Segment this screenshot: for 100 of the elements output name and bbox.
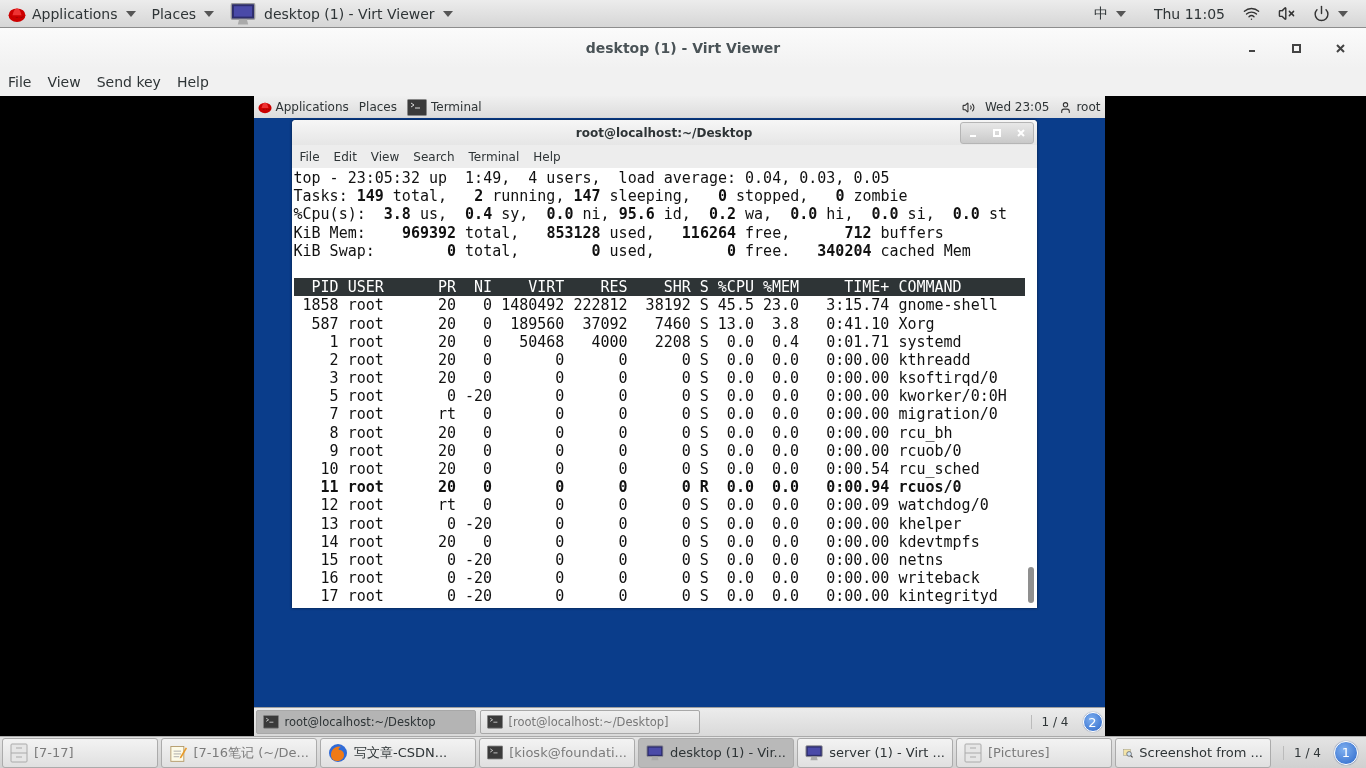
terminal-icon — [487, 744, 504, 761]
table-cell-text: kthreadd — [897, 350, 972, 370]
terminal-line: Tasks: 149 total, 2 running, 147 sleeping, 0 stopped, 0 zombie — [293, 187, 908, 206]
table-cell-text: S — [698, 314, 709, 333]
table-cell-text: 13 — [319, 514, 339, 533]
table-cell-text: 0 — [482, 478, 493, 497]
menu-item[interactable]: Help — [526, 149, 568, 164]
menu-item[interactable]: Edit — [326, 149, 364, 164]
task-button[interactable]: [7-16笔记 (~/De... — [161, 737, 317, 768]
table-cell-text: 20 — [436, 296, 456, 315]
guest-top-menu[interactable]: Places — [358, 100, 397, 114]
table-cell-text: 0 — [617, 350, 628, 370]
table-cell-text: 0.0 — [771, 423, 800, 442]
task-button[interactable]: Screenshot from ... — [1115, 737, 1271, 768]
table-cell-text: 0.0 — [725, 405, 754, 424]
menu-item[interactable]: Send key — [88, 74, 169, 90]
table-cell-text: 0 — [446, 514, 456, 533]
table-cell-text: systemd — [897, 332, 963, 351]
wifi-icon[interactable] — [1243, 5, 1260, 22]
volume-icon[interactable] — [961, 100, 975, 114]
table-cell-text: root — [346, 423, 385, 442]
scrollbar-thumb[interactable] — [1027, 567, 1034, 603]
table-cell-text: 0 — [554, 423, 565, 442]
task-button[interactable]: 写文章-CSDN... — [320, 737, 476, 768]
menu-item[interactable]: View — [363, 149, 407, 164]
table-cell-text: rcuos/0 — [897, 478, 963, 497]
app-menu[interactable]: Terminal — [406, 98, 482, 116]
task-button[interactable]: desktop (1) - Vir... — [638, 737, 794, 768]
caret-icon — [442, 10, 453, 17]
table-cell-text: 0 — [554, 587, 565, 606]
table-cell-text: 20 — [436, 478, 456, 497]
task-button[interactable]: [7-17] — [2, 737, 158, 768]
table-cell-text: 7 — [328, 405, 339, 424]
table-cell-text: 0 — [680, 496, 691, 515]
table-cell-text: 222812 — [572, 296, 628, 315]
task-button[interactable]: root@localhost:~/Desktop — [255, 710, 476, 734]
maximize-icon — [1291, 43, 1301, 53]
close-icon — [1335, 43, 1345, 53]
table-cell-text: R — [698, 478, 709, 497]
top-menu[interactable]: Places — [151, 5, 225, 22]
cabinet-icon — [10, 742, 28, 763]
table-cell-text: 0 — [482, 532, 493, 551]
table-cell-text: root — [346, 314, 385, 333]
table-cell-text: 0.0 — [725, 532, 754, 551]
task-button[interactable]: server (1) - Virt ... — [797, 737, 953, 768]
menu-item[interactable]: File — [0, 74, 40, 90]
table-cell-text: 0 — [617, 532, 628, 551]
top-menu[interactable]: Applications — [32, 5, 146, 22]
table-cell-text: 0.0 — [725, 550, 754, 570]
menu-item[interactable]: Search — [406, 149, 462, 164]
column-header: VIRT — [527, 278, 565, 297]
terminal-icon — [486, 715, 503, 729]
table-cell-text: 0.0 — [771, 350, 800, 370]
table-cell-text: 0.0 — [771, 587, 800, 606]
table-cell-text: S — [698, 296, 709, 315]
table-cell-text: 0 — [446, 550, 456, 570]
caret-icon — [1338, 10, 1348, 17]
table-cell-text: 0 — [554, 460, 565, 479]
monitor-icon — [805, 742, 824, 763]
guest-applications-menu[interactable]: Applications — [257, 100, 349, 114]
workspace-indicator[interactable]: 1 / 4 — [1283, 745, 1331, 760]
terminal-icon — [262, 715, 279, 729]
table-cell-text: 0:00.00 — [825, 387, 890, 406]
task-button[interactable]: [Pictures] — [956, 737, 1112, 768]
table-cell-text: rt — [436, 405, 456, 424]
table-cell-text: root — [346, 350, 385, 370]
menu-item[interactable]: View — [39, 74, 89, 90]
menu-item[interactable]: File — [292, 149, 327, 164]
table-cell-text: 0 — [617, 369, 628, 388]
table-cell-text: 2 — [328, 350, 339, 370]
menu-item[interactable]: Help — [168, 74, 217, 90]
table-cell-text: 8 — [328, 423, 339, 442]
table-cell-text: 0 — [680, 587, 691, 606]
table-cell-text: netns — [897, 550, 945, 570]
table-cell-text: 0 — [617, 496, 628, 515]
table-cell-text: 0.0 — [725, 587, 754, 606]
table-cell-text: root — [346, 550, 385, 570]
workspace-indicator[interactable]: 1 / 4 — [1030, 715, 1079, 729]
table-cell-text: S — [698, 350, 709, 370]
volume-muted-icon[interactable] — [1278, 5, 1295, 22]
table-cell-text: 0 — [446, 587, 456, 606]
window-menu[interactable]: desktop (1) - Virt Viewer — [230, 0, 463, 27]
table-cell-text: 0:00.54 — [825, 460, 890, 479]
table-cell-text: 9 — [328, 441, 339, 460]
table-cell-text: 0 — [482, 423, 493, 442]
user-menu[interactable]: root — [1059, 100, 1101, 114]
table-cell-text: 2208 — [653, 332, 691, 351]
table-cell-text: S — [698, 405, 709, 424]
table-cell-text: 7460 — [653, 314, 691, 333]
table-cell-text: 0 — [482, 496, 493, 515]
task-button[interactable]: [kiosk@foundati... — [479, 737, 635, 768]
input-method-menu[interactable]: 中 — [1093, 4, 1136, 23]
table-cell-text: -20 — [464, 514, 493, 533]
column-header: %MEM — [761, 278, 800, 297]
column-header: SHR — [662, 278, 691, 297]
task-button[interactable]: [root@localhost:~/Desktop] — [479, 710, 700, 734]
menu-item[interactable]: Terminal — [461, 149, 527, 164]
table-cell-text: kintegrityd — [897, 587, 999, 606]
caret-icon — [1115, 10, 1126, 17]
table-cell-text: 0 — [554, 514, 565, 533]
